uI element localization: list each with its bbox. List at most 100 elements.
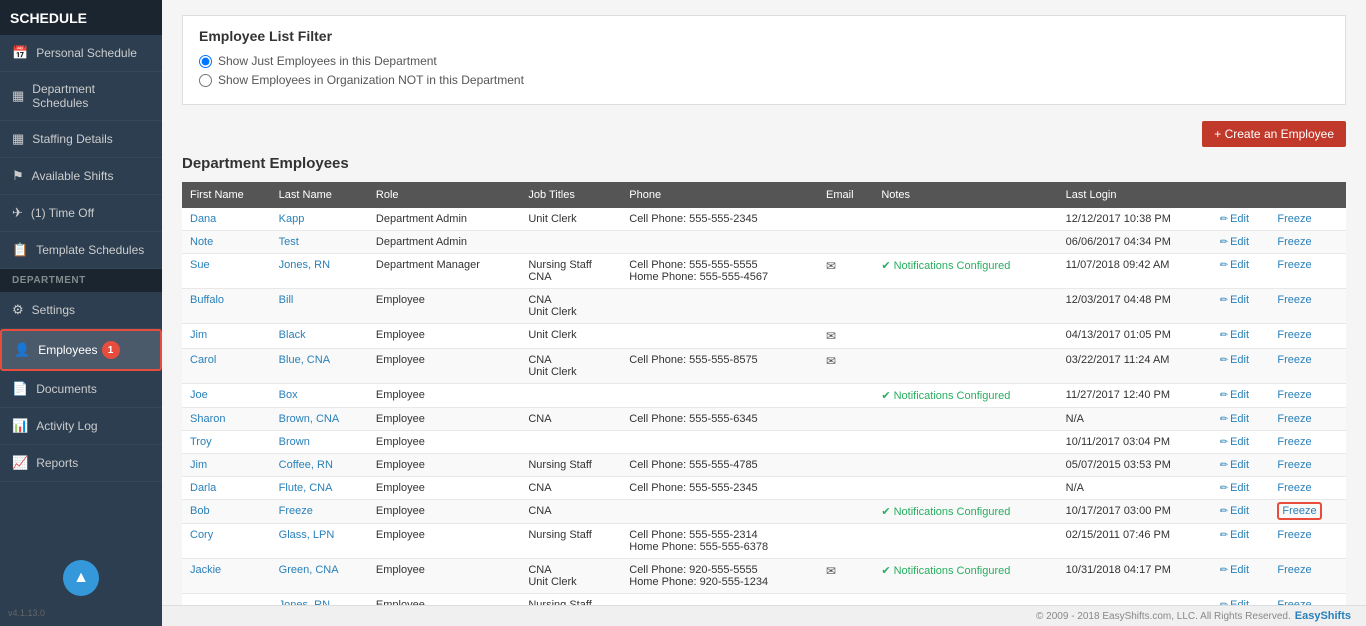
cell-lastlogin: 04/13/2017 01:05 PM bbox=[1058, 324, 1212, 349]
freeze-link[interactable]: Freeze bbox=[1277, 502, 1321, 520]
cell-lastname: Glass, LPN bbox=[271, 524, 368, 559]
sidebar-item-label: Department Schedules bbox=[32, 82, 150, 110]
cell-phone: Cell Phone: 555-555-5555Home Phone: 555-… bbox=[621, 254, 818, 289]
edit-link[interactable]: Edit bbox=[1230, 294, 1249, 306]
scroll-top-button[interactable]: ▲ bbox=[63, 560, 99, 596]
cell-lastlogin: 02/15/2011 07:46 PM bbox=[1058, 524, 1212, 559]
cell-notes bbox=[873, 324, 1057, 349]
template-icon: 📋 bbox=[12, 242, 28, 258]
section-top-bar: + Create an Employee bbox=[182, 121, 1346, 147]
table-row: Bob Freeze Employee CNA ✔ Notifications … bbox=[182, 500, 1346, 524]
edit-link[interactable]: Edit bbox=[1230, 236, 1249, 248]
table-row: Note Test Department Admin 06/06/2017 04… bbox=[182, 231, 1346, 254]
filter-title: Employee List Filter bbox=[199, 28, 1329, 44]
cell-email bbox=[818, 208, 873, 231]
freeze-link[interactable]: Freeze bbox=[1277, 213, 1311, 225]
edit-link[interactable]: Edit bbox=[1230, 389, 1249, 401]
edit-link[interactable]: Edit bbox=[1230, 329, 1249, 341]
edit-link[interactable]: Edit bbox=[1230, 482, 1249, 494]
cell-role: Employee bbox=[368, 324, 520, 349]
copyright-text: © 2009 - 2018 EasyShifts.com, LLC. All R… bbox=[1036, 611, 1291, 622]
grid-icon: ▦ bbox=[12, 131, 24, 147]
cell-email: ✉ bbox=[818, 324, 873, 349]
freeze-link[interactable]: Freeze bbox=[1277, 482, 1311, 494]
edit-link[interactable]: Edit bbox=[1230, 529, 1249, 541]
sidebar-item-label: Documents bbox=[36, 382, 97, 396]
activity-icon: 📊 bbox=[12, 418, 28, 434]
edit-link[interactable]: Edit bbox=[1230, 413, 1249, 425]
cell-edit: ✏Edit bbox=[1212, 254, 1270, 289]
sidebar-item-label: Employees bbox=[38, 343, 97, 357]
cell-lastlogin: 03/22/2017 11:24 AM bbox=[1058, 349, 1212, 384]
sidebar-item-employees[interactable]: 👤 Employees 1 bbox=[0, 329, 162, 371]
cell-email: ✉ bbox=[818, 349, 873, 384]
freeze-link[interactable]: Freeze bbox=[1277, 436, 1311, 448]
freeze-link[interactable]: Freeze bbox=[1277, 236, 1311, 248]
edit-link[interactable]: Edit bbox=[1230, 436, 1249, 448]
table-row: Darla Flute, CNA Employee CNA Cell Phone… bbox=[182, 477, 1346, 500]
cell-firstname: Jim bbox=[182, 324, 271, 349]
cell-firstname: Sharon bbox=[182, 408, 271, 431]
sidebar-item-label: (1) Time Off bbox=[31, 206, 94, 220]
cell-lastlogin: 12/12/2017 10:38 PM bbox=[1058, 208, 1212, 231]
cell-phone bbox=[621, 289, 818, 324]
cell-email bbox=[818, 431, 873, 454]
sidebar-item-department-schedules[interactable]: ▦ Department Schedules bbox=[0, 72, 162, 121]
sidebar-item-template-schedules[interactable]: 📋 Template Schedules bbox=[0, 232, 162, 269]
freeze-link[interactable]: Freeze bbox=[1277, 329, 1311, 341]
filter-option-2[interactable]: Show Employees in Organization NOT in th… bbox=[199, 73, 1329, 87]
freeze-link[interactable]: Freeze bbox=[1277, 259, 1311, 271]
table-row: Sue Jones, RN Department Manager Nursing… bbox=[182, 254, 1346, 289]
freeze-link[interactable]: Freeze bbox=[1277, 529, 1311, 541]
cell-freeze: Freeze bbox=[1269, 559, 1346, 594]
freeze-link[interactable]: Freeze bbox=[1277, 294, 1311, 306]
edit-link[interactable]: Edit bbox=[1230, 459, 1249, 471]
edit-link[interactable]: Edit bbox=[1230, 564, 1249, 576]
cell-phone bbox=[621, 231, 818, 254]
cell-edit: ✏Edit bbox=[1212, 324, 1270, 349]
cell-lastname: Freeze bbox=[271, 500, 368, 524]
main-scroll-area[interactable]: Employee List Filter Show Just Employees… bbox=[162, 0, 1366, 605]
cell-email bbox=[818, 231, 873, 254]
freeze-link[interactable]: Freeze bbox=[1277, 564, 1311, 576]
sidebar-item-label: Available Shifts bbox=[32, 169, 114, 183]
cell-freeze: Freeze bbox=[1269, 349, 1346, 384]
freeze-link[interactable]: Freeze bbox=[1277, 354, 1311, 366]
freeze-link[interactable]: Freeze bbox=[1277, 389, 1311, 401]
filter-radio-2[interactable] bbox=[199, 74, 212, 87]
cell-lastlogin: 11/27/2017 12:40 PM bbox=[1058, 384, 1212, 408]
sidebar-item-documents[interactable]: 📄 Documents bbox=[0, 371, 162, 408]
cell-lastname: Blue, CNA bbox=[271, 349, 368, 384]
sidebar-item-reports[interactable]: 📈 Reports bbox=[0, 445, 162, 482]
cell-edit: ✏Edit bbox=[1212, 454, 1270, 477]
table-header-row: First Name Last Name Role Job Titles Pho… bbox=[182, 182, 1346, 208]
sidebar-item-staffing-details[interactable]: ▦ Staffing Details bbox=[0, 121, 162, 158]
freeze-link[interactable]: Freeze bbox=[1277, 459, 1311, 471]
cell-lastlogin: 10/31/2018 04:17 PM bbox=[1058, 559, 1212, 594]
sidebar-item-time-off[interactable]: ✈ (1) Time Off bbox=[0, 195, 162, 232]
edit-link[interactable]: Edit bbox=[1230, 505, 1249, 517]
create-employee-button[interactable]: + Create an Employee bbox=[1202, 121, 1346, 147]
cell-notes bbox=[873, 349, 1057, 384]
sidebar-item-available-shifts[interactable]: ⚑ Available Shifts bbox=[0, 158, 162, 195]
sidebar-item-label: Personal Schedule bbox=[36, 46, 137, 60]
cell-role: Employee bbox=[368, 454, 520, 477]
section-title: Department Employees bbox=[182, 155, 1346, 172]
cell-freeze: Freeze bbox=[1269, 454, 1346, 477]
cell-phone: Cell Phone: 555-555-8575 bbox=[621, 349, 818, 384]
sidebar-item-activity-log[interactable]: 📊 Activity Log bbox=[0, 408, 162, 445]
filter-option-1[interactable]: Show Just Employees in this Department bbox=[199, 54, 1329, 68]
cell-email: ✉ bbox=[818, 559, 873, 594]
edit-link[interactable]: Edit bbox=[1230, 354, 1249, 366]
col-header-edit bbox=[1212, 182, 1270, 208]
cell-notes bbox=[873, 477, 1057, 500]
freeze-link[interactable]: Freeze bbox=[1277, 413, 1311, 425]
cell-freeze: Freeze bbox=[1269, 384, 1346, 408]
department-employees-section: + Create an Employee Department Employee… bbox=[182, 121, 1346, 605]
sidebar-item-settings[interactable]: ⚙ Settings bbox=[0, 292, 162, 329]
edit-link[interactable]: Edit bbox=[1230, 213, 1249, 225]
cell-role: Department Admin bbox=[368, 208, 520, 231]
edit-link[interactable]: Edit bbox=[1230, 259, 1249, 271]
sidebar-item-personal-schedule[interactable]: 📅 Personal Schedule bbox=[0, 35, 162, 72]
filter-radio-1[interactable] bbox=[199, 55, 212, 68]
